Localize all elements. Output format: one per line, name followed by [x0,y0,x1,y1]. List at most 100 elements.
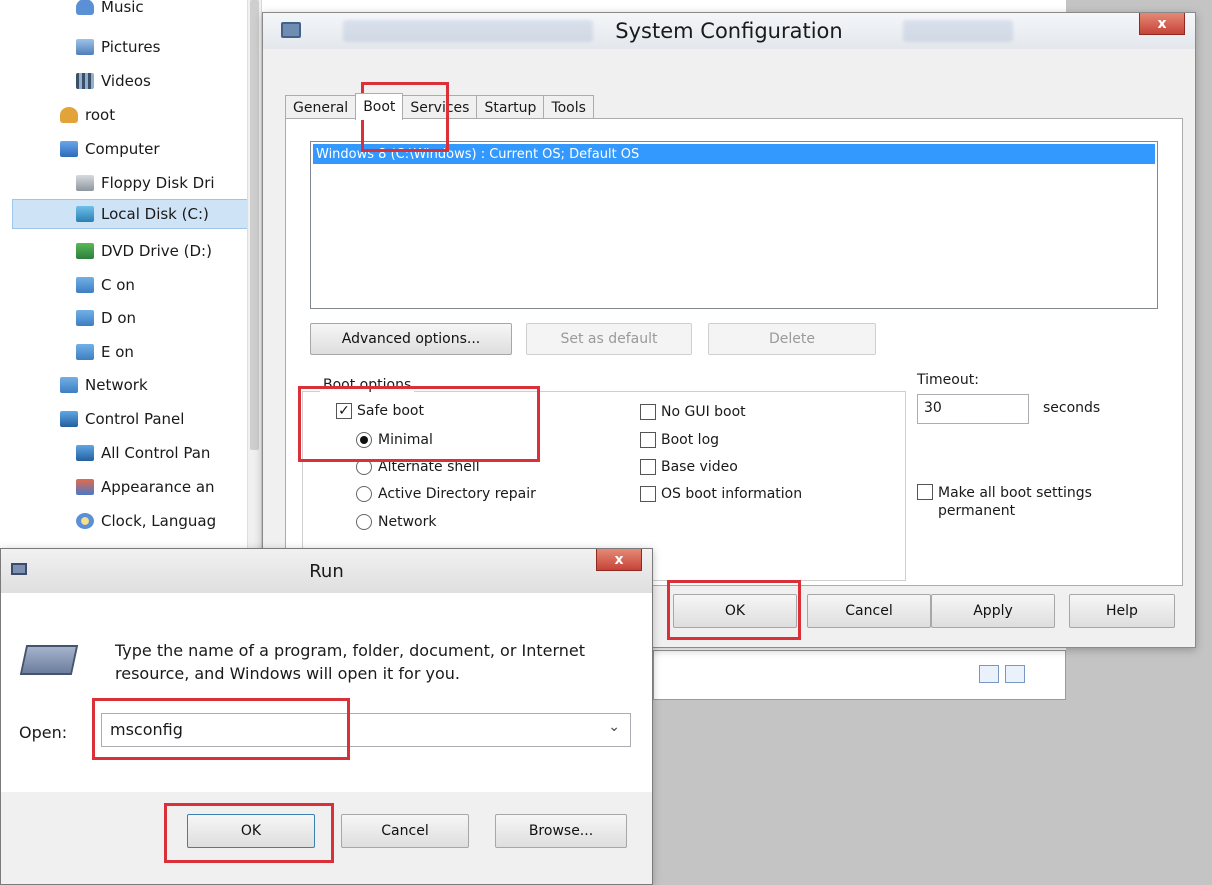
cancel-button[interactable]: Cancel [807,594,931,628]
control-panel-icon [76,445,94,461]
help-button[interactable]: Help [1069,594,1175,628]
nav-item-label: Computer [85,140,160,158]
nav-item-dvd[interactable]: DVD Drive (D:) [76,236,212,266]
floppy-drive-icon [76,175,94,191]
nav-item-label: Pictures [101,38,161,56]
close-button[interactable]: x [596,549,642,571]
nav-item-label: Network [85,376,148,394]
nav-item-local-disk[interactable]: Local Disk (C:) [12,199,248,229]
run-icon [19,645,79,675]
pictures-icon [76,39,94,55]
option-label: No GUI boot [661,404,746,420]
seconds-label: seconds [1043,400,1101,416]
tab-boot[interactable]: Boot [355,93,404,120]
boot-tab-panel: Windows 8 (C:\Windows) : Current OS; Def… [285,118,1183,586]
computer-icon [60,141,78,157]
large-icons-view-icon[interactable] [1005,665,1025,683]
cancel-button[interactable]: Cancel [341,814,469,848]
nav-item-label: D on [101,309,137,327]
nav-item-pictures[interactable]: Pictures [76,32,160,62]
option-label: Base video [661,459,738,475]
network-drive-icon [76,344,94,360]
network-drive-icon [76,277,94,293]
nav-item-d-on[interactable]: D on [76,303,136,333]
os-boot-information-checkbox[interactable]: OS boot information [640,486,802,502]
option-label: Network [378,514,437,530]
base-video-checkbox[interactable]: Base video [640,459,738,475]
checkbox-unchecked[interactable] [640,459,656,475]
explorer-navigation-pane: Music Pictures Videos root Computer Flop… [0,0,262,560]
tab-tools[interactable]: Tools [543,95,594,119]
nav-item-label: Control Panel [85,410,185,428]
network-icon [60,377,78,393]
nav-item-label: Videos [101,72,151,90]
music-icon [76,0,94,15]
boot-log-checkbox[interactable]: Boot log [640,432,719,448]
nav-item-all-control-panel[interactable]: All Control Pan [76,438,210,468]
desktop-background-bottom [653,700,1212,885]
network-drive-icon [76,310,94,326]
make-permanent-checkbox[interactable]: Make all boot settings permanent [917,484,1092,520]
nav-item-videos[interactable]: Videos [76,66,151,96]
highlight-safe-boot [298,386,540,462]
chevron-down-icon[interactable]: ⌄ [608,719,620,735]
delete-button[interactable]: Delete [708,323,876,355]
option-label: Make all boot settings permanent [938,484,1092,520]
radio-unselected[interactable] [356,514,372,530]
nav-item-c-on[interactable]: C on [76,270,135,300]
no-gui-boot-checkbox[interactable]: No GUI boot [640,404,746,420]
msconfig-app-icon [281,22,301,38]
scrollbar-thumb[interactable] [250,0,259,450]
close-button[interactable]: x [1139,13,1185,35]
nav-item-label: Clock, Languag [101,512,217,530]
details-view-icon[interactable] [979,665,999,683]
os-list[interactable]: Windows 8 (C:\Windows) : Current OS; Def… [310,141,1158,309]
nav-item-label: Local Disk (C:) [101,205,209,223]
nav-item-control-panel[interactable]: Control Panel [60,404,184,434]
set-as-default-button[interactable]: Set as default [526,323,692,355]
option-label: Active Directory repair [378,486,536,502]
window-title: System Configuration [615,19,843,43]
highlight-ok-button [667,580,801,640]
timeout-label: Timeout: [917,372,979,388]
nav-item-label: DVD Drive (D:) [101,242,212,260]
option-label-line2: permanent [938,503,1016,519]
nav-item-music[interactable]: Music [76,0,144,22]
nav-item-root[interactable]: root [60,100,115,130]
checkbox-unchecked[interactable] [640,432,656,448]
checkbox-unchecked[interactable] [640,486,656,502]
run-app-icon [11,563,27,575]
blurred-search-box [903,20,1013,42]
nav-item-floppy[interactable]: Floppy Disk Dri [76,168,215,198]
run-description-line2: resource, and Windows will open it for y… [115,664,460,683]
nav-item-clock[interactable]: Clock, Languag [76,506,216,536]
nav-item-label: E on [101,343,134,361]
advanced-options-button[interactable]: Advanced options... [310,323,512,355]
run-description-line1: Type the name of a program, folder, docu… [115,641,586,660]
nav-item-e-on[interactable]: E on [76,337,134,367]
checkbox-unchecked[interactable] [640,404,656,420]
nav-item-network[interactable]: Network [60,370,148,400]
title-bar: Run x [1,549,652,593]
option-label-line1: Make all boot settings [938,485,1092,501]
option-label: Boot log [661,432,720,448]
network-radio[interactable]: Network [356,514,436,530]
highlight-run-ok [164,803,334,863]
tab-general[interactable]: General [285,95,357,119]
apply-button[interactable]: Apply [931,594,1055,628]
radio-unselected[interactable] [356,486,372,502]
nav-item-computer[interactable]: Computer [60,134,160,164]
nav-item-label: Appearance an [101,478,215,496]
option-label: OS boot information [661,486,803,502]
nav-item-label: Music [101,0,144,16]
user-folder-icon [60,107,78,123]
title-bar: System Configuration x [263,13,1195,49]
timeout-input[interactable]: 30 [917,394,1029,424]
tab-startup[interactable]: Startup [476,95,545,119]
active-directory-repair-radio[interactable]: Active Directory repair [356,486,536,502]
browse-button[interactable]: Browse... [495,814,627,848]
nav-item-appearance[interactable]: Appearance an [76,472,215,502]
checkbox-unchecked[interactable] [917,484,933,500]
nav-scrollbar[interactable] [247,0,261,560]
view-toggle[interactable] [979,665,1025,683]
